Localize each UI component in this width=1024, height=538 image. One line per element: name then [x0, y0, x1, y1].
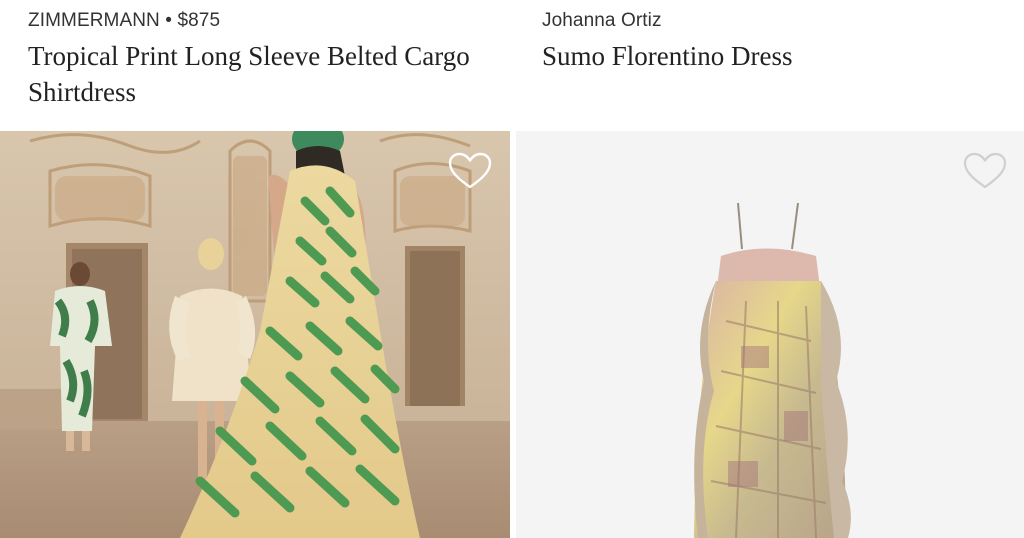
- product-meta: ZIMMERMANN • $875: [28, 10, 220, 32]
- heart-outline-icon: [448, 152, 492, 189]
- product-grid: ZIMMERMANN • $875 Tropical Print Long Sl…: [0, 0, 1024, 538]
- favorite-button[interactable]: [962, 151, 1008, 191]
- brand-name[interactable]: ZIMMERMANN: [28, 10, 160, 31]
- product-title[interactable]: Tropical Print Long Sleeve Belted Cargo …: [28, 38, 488, 110]
- meta-separator: •: [165, 10, 173, 31]
- brand-name[interactable]: Johanna Ortiz: [542, 10, 662, 31]
- favorite-button[interactable]: [447, 151, 493, 191]
- product-image[interactable]: [0, 131, 510, 538]
- price: $875: [177, 10, 221, 31]
- product-title[interactable]: Sumo Florentino Dress: [542, 38, 1002, 74]
- product-image[interactable]: [516, 131, 1024, 538]
- dress-photo: [516, 131, 1024, 538]
- heart-outline-icon: [963, 152, 1007, 189]
- lifestyle-photo: [0, 131, 510, 538]
- product-meta: Johanna Ortiz: [542, 10, 662, 32]
